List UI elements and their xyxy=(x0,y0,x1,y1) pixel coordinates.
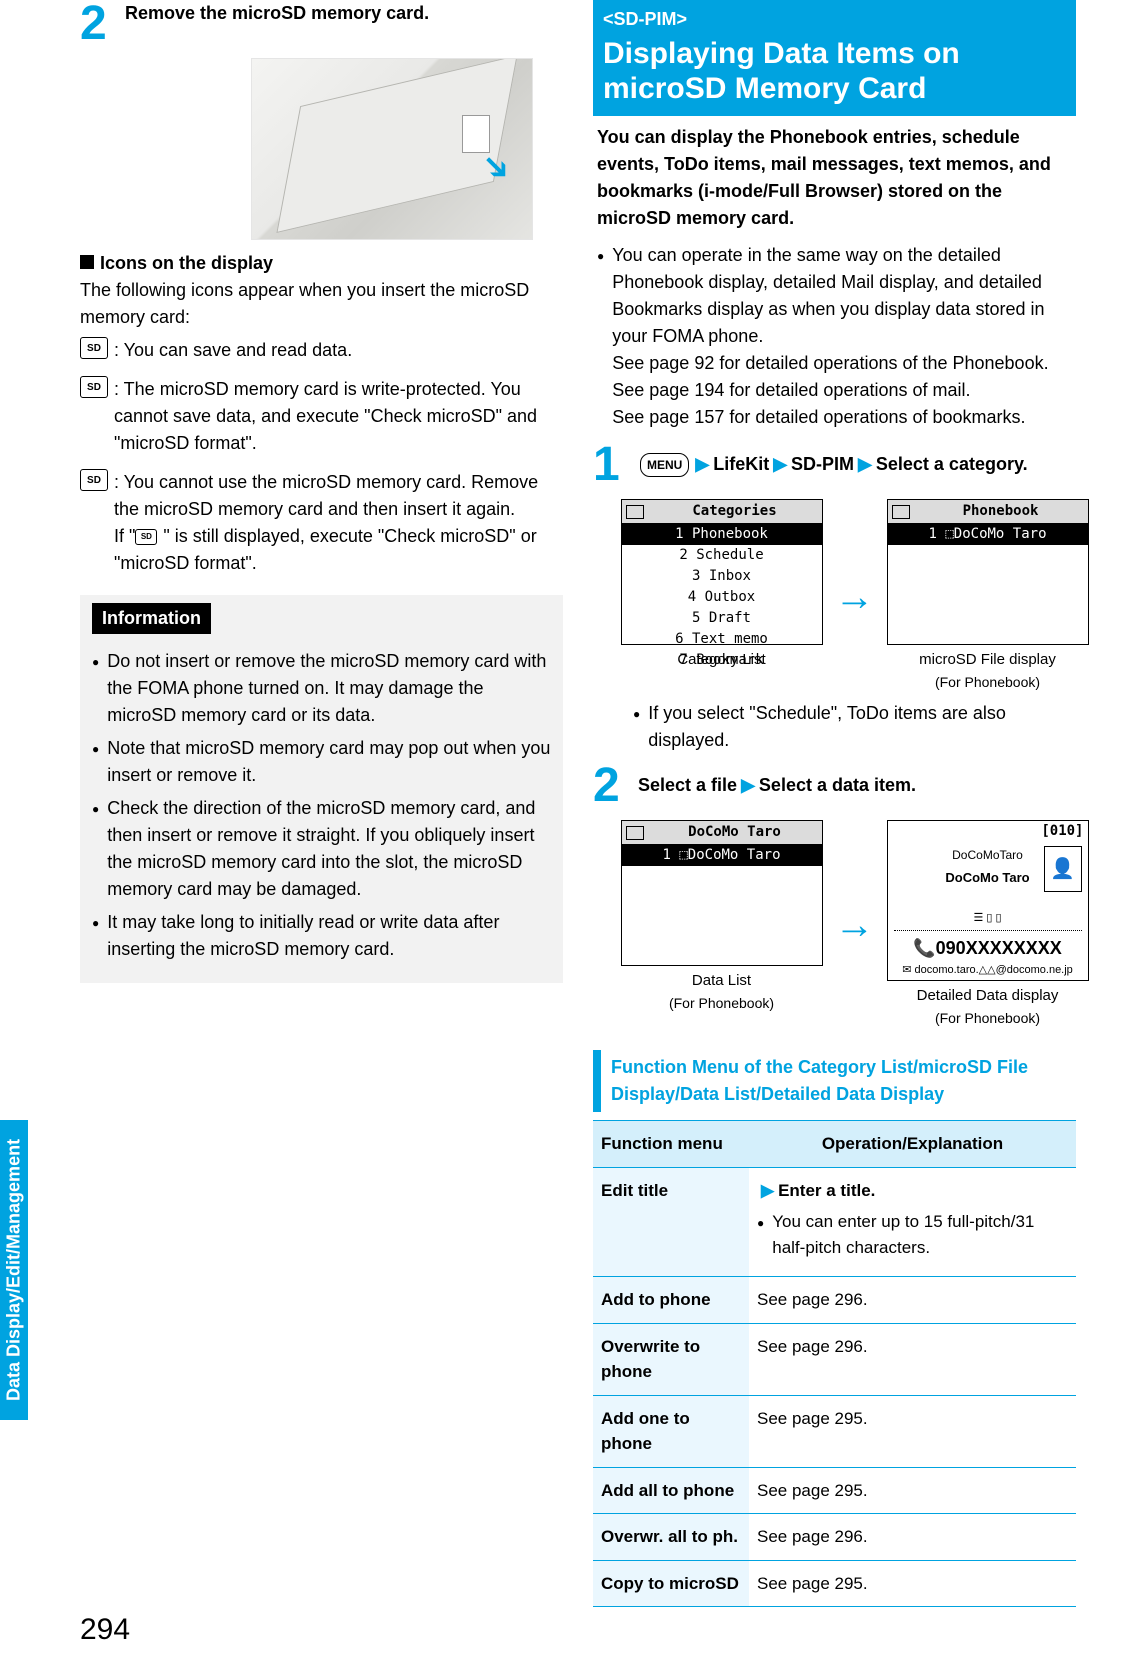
function-menu-table: Function menu Operation/Explanation Edit… xyxy=(593,1120,1076,1607)
sd-icon: SD xyxy=(80,337,108,359)
arrow-right-icon: → xyxy=(835,567,875,627)
caption-category-list: Category List xyxy=(621,649,823,672)
info-item-3: Check the direction of the microSD memor… xyxy=(107,795,551,903)
step-number-1: 1 xyxy=(593,441,633,489)
menu-button-icon: MENU xyxy=(640,453,689,477)
sd-slot-icon xyxy=(462,115,490,153)
row-overwr-all-to-ph: Overwr. all to ph. xyxy=(593,1514,749,1561)
arrow-right-icon: → xyxy=(835,895,875,955)
dl-item-1: 1 ⬚DoCoMo Taro xyxy=(662,847,780,863)
caption-detail: Detailed Data display xyxy=(917,987,1059,1004)
step2-title-a: Select a file xyxy=(638,775,737,795)
triangle-icon: ▶ xyxy=(761,1181,774,1200)
section-tab: Data Display/Edit/Management xyxy=(0,1120,28,1420)
triangle-icon: ▶ xyxy=(858,454,872,474)
triangle-icon: ▶ xyxy=(695,454,709,474)
pb-item-1: 1 ⬚DoCoMo Taro xyxy=(928,526,1046,542)
row1-note: You can enter up to 15 full-pitch/31 hal… xyxy=(772,1209,1068,1260)
row3-text: See page 296. xyxy=(749,1323,1076,1395)
cat-item-2: 2 Schedule xyxy=(679,547,763,563)
detailed-data-screen: [010] 👤 DoCoMoTaro DoCoMo Taro ☰ ▯ ▯ 📞09… xyxy=(887,820,1089,981)
th-function-menu: Function menu xyxy=(593,1121,749,1168)
cat-item-5: 5 Draft xyxy=(692,610,751,626)
icon2-text: : The microSD memory card is write-prote… xyxy=(114,376,563,457)
triangle-icon: ▶ xyxy=(741,775,755,795)
row-add-to-phone: Add to phone xyxy=(593,1277,749,1324)
cat-item-4: 4 Outbox xyxy=(688,589,755,605)
data-list-screen: DoCoMo Taro 1 ⬚DoCoMo Taro xyxy=(621,820,823,966)
phone-icon: 📞 xyxy=(913,938,935,958)
titlebar-icon xyxy=(626,826,644,840)
see-page-157: See page 157 for detailed operations of … xyxy=(612,407,1025,427)
see-page-194: See page 194 for detailed operations of … xyxy=(612,380,970,400)
th-operation: Operation/Explanation xyxy=(749,1121,1076,1168)
caption-pb-file-sub: (For Phonebook) xyxy=(935,674,1040,690)
section-header: <SD-PIM> Displaying Data Items on microS… xyxy=(593,0,1076,116)
mail-icon: ✉ xyxy=(902,964,911,976)
row6-text: See page 296. xyxy=(749,1514,1076,1561)
row-overwrite-to-phone: Overwrite to phone xyxy=(593,1323,749,1395)
info-item-4: It may take long to initially read or wr… xyxy=(107,909,551,963)
intro-text: You can display the Phonebook entries, s… xyxy=(597,124,1072,232)
see-page-92: See page 92 for detailed operations of t… xyxy=(612,353,1048,373)
triangle-icon: ▶ xyxy=(773,454,787,474)
sd-error-icon: SD xyxy=(80,469,108,491)
caption-detail-sub: (For Phonebook) xyxy=(935,1010,1040,1026)
device-illustration: ➔ xyxy=(251,58,533,240)
info-item-2: Note that microSD memory card may pop ou… xyxy=(107,735,551,789)
icon1-text: : You can save and read data. xyxy=(114,337,563,364)
function-menu-heading: Function Menu of the Category List/micro… xyxy=(593,1050,1076,1112)
category-list-screen: Categories 1 Phonebook 2 Schedule 3 Inbo… xyxy=(621,499,823,645)
row7-text: See page 295. xyxy=(749,1560,1076,1607)
icons-subhead: Icons on the display xyxy=(100,253,273,273)
bullet-detail-1: You can operate in the same way on the d… xyxy=(612,245,1044,346)
detail-phone: 090XXXXXXXX xyxy=(936,938,1062,958)
detail-mail: docomo.taro.△△@docomo.ne.jp xyxy=(914,964,1072,976)
row-add-one-to-phone: Add one to phone xyxy=(593,1395,749,1467)
step-title-remove-sd: Remove the microSD memory card. xyxy=(125,0,429,27)
row-add-all-to-phone: Add all to phone xyxy=(593,1467,749,1514)
step-number-2-left: 2 xyxy=(80,0,120,48)
square-bullet-icon xyxy=(80,255,94,269)
row1-op: Enter a title. xyxy=(778,1181,875,1200)
information-block: Information Do not insert or remove the … xyxy=(80,595,563,983)
row5-text: See page 295. xyxy=(749,1467,1076,1514)
caption-data-list-sub: (For Phonebook) xyxy=(669,995,774,1011)
note-schedule: If you select "Schedule", ToDo items are… xyxy=(648,700,1076,754)
section-tag: <SD-PIM> xyxy=(603,6,1066,33)
nav-sdpim: SD-PIM xyxy=(791,454,854,474)
row2-text: See page 296. xyxy=(749,1277,1076,1324)
page-number: 294 xyxy=(80,1607,130,1652)
icon3-text-b: If "SD" is still displayed, execute "Che… xyxy=(114,526,537,573)
row4-text: See page 295. xyxy=(749,1395,1076,1467)
icon3-text-a: : You cannot use the microSD memory card… xyxy=(114,472,538,519)
row-edit-title: Edit title xyxy=(593,1167,749,1277)
step2-title-b: Select a data item. xyxy=(759,775,916,795)
sd-lock-icon: SD xyxy=(80,376,108,398)
titlebar-icon xyxy=(626,505,644,519)
step-number-2-right: 2 xyxy=(593,762,633,810)
section-title: Displaying Data Items on microSD Memory … xyxy=(603,37,1066,106)
cat-item-3: 3 Inbox xyxy=(692,568,751,584)
cat-item-6: 6 Text memo xyxy=(675,631,768,647)
row-copy-to-microsd: Copy to microSD xyxy=(593,1560,749,1607)
nav-select-category: Select a category. xyxy=(876,454,1028,474)
information-title: Information xyxy=(92,603,211,634)
caption-data-list: Data List xyxy=(692,972,751,989)
titlebar-icon xyxy=(892,505,910,519)
avatar-icon: 👤 xyxy=(1044,846,1082,892)
nav-lifekit: LifeKit xyxy=(713,454,769,474)
info-item-1: Do not insert or remove the microSD memo… xyxy=(107,648,551,729)
caption-pb-file: microSD File display xyxy=(919,651,1056,668)
phonebook-file-screen: Phonebook 1 ⬚DoCoMo Taro xyxy=(887,499,1089,645)
cat-item-1: 1 Phonebook xyxy=(675,526,768,542)
icons-intro: The following icons appear when you inse… xyxy=(80,277,563,331)
detail-count: [010] xyxy=(1041,821,1083,842)
